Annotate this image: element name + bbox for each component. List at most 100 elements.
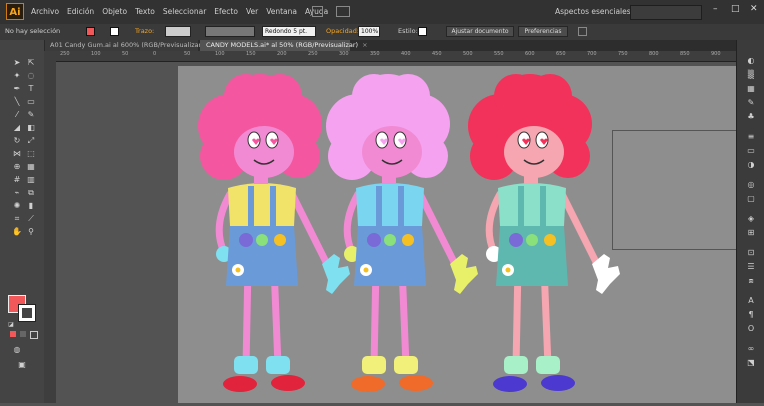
scale-tool-icon[interactable]: ⤢ <box>26 136 36 146</box>
menu-ver[interactable]: Ver <box>246 7 258 16</box>
gradient-mode-icon[interactable] <box>20 331 26 337</box>
color-panel-icon[interactable]: ◐ <box>746 56 756 66</box>
graphic-styles-icon[interactable]: ▢ <box>746 194 756 204</box>
links-icon[interactable]: ∞ <box>746 344 756 354</box>
line-tool-icon[interactable]: ╲ <box>12 97 22 107</box>
stroke-panel-icon[interactable]: ≡ <box>746 132 756 142</box>
pathfinder-icon[interactable]: ⧈ <box>746 276 756 286</box>
blend-tool-icon[interactable]: ⧉ <box>26 188 36 198</box>
selection-tool-icon[interactable]: ➤ <box>12 58 22 68</box>
zoom-tool-icon[interactable]: ⚲ <box>26 227 36 237</box>
menu-texto[interactable]: Texto <box>135 7 155 16</box>
image-trace-icon[interactable]: ⬔ <box>746 358 756 368</box>
gradient-tool-icon[interactable]: ▥ <box>26 175 36 185</box>
help-search-input[interactable] <box>630 5 702 20</box>
bridge-icon[interactable] <box>312 6 323 17</box>
button <box>256 234 268 246</box>
magic-wand-icon[interactable]: ✦ <box>12 71 22 81</box>
artboards-icon[interactable]: ⊞ <box>746 228 756 238</box>
character-icon[interactable]: A <box>746 296 756 306</box>
eraser-icon[interactable]: ◧ <box>26 123 36 133</box>
swatches-icon[interactable]: ▦ <box>746 84 756 94</box>
color-guide-icon[interactable]: ▒ <box>746 70 756 80</box>
menu-edicion[interactable]: Edición <box>67 7 94 16</box>
color-mode-icon[interactable] <box>10 331 16 337</box>
symbols-icon[interactable]: ♣ <box>746 112 756 122</box>
canvas-area[interactable] <box>56 62 737 403</box>
free-transform-icon[interactable]: ⬚ <box>26 149 36 159</box>
graphic-style-swatch[interactable] <box>418 27 427 36</box>
close-button[interactable]: ✕ <box>750 4 758 14</box>
type-tool-icon[interactable]: T <box>26 84 36 94</box>
paragraph-icon[interactable]: ¶ <box>746 310 756 320</box>
draw-mode-icon[interactable]: ◍ <box>12 345 22 355</box>
minimize-button[interactable]: – <box>713 4 718 14</box>
rotate-tool-icon[interactable]: ↻ <box>12 136 22 146</box>
ruler-tick-label: 0 <box>153 51 157 57</box>
ruler-tick-label: 100 <box>215 51 225 57</box>
paintbrush-icon[interactable]: ⁄ <box>12 110 22 120</box>
opacity-label[interactable]: Opacidad: <box>326 27 359 35</box>
mesh-tool-icon[interactable]: # <box>12 175 22 185</box>
brush-definition[interactable]: Redondo 5 pt. <box>262 26 316 37</box>
lasso-icon[interactable]: ◌ <box>26 71 36 81</box>
gradient-panel-icon[interactable]: ▭ <box>746 146 756 156</box>
rectangle-tool-icon[interactable]: ▭ <box>26 97 36 107</box>
artboard[interactable] <box>178 66 737 403</box>
fill-color-swatch[interactable] <box>86 27 95 36</box>
screen-mode-icon[interactable]: ▣ <box>17 360 27 370</box>
stroke-color-box[interactable] <box>18 304 36 322</box>
transform-icon[interactable]: ⊡ <box>746 248 756 258</box>
brushes-icon[interactable]: ✎ <box>746 98 756 108</box>
none-mode-icon[interactable] <box>30 331 38 339</box>
menu-efecto[interactable]: Efecto <box>214 7 238 16</box>
pencil-icon[interactable]: ✎ <box>26 110 36 120</box>
appearance-icon[interactable]: ◎ <box>746 180 756 190</box>
tools-panel: ➤ ⇱ ✦ ◌ ✒ T ╲ ▭ ⁄ ✎ ◢ ◧ ↻ ⤢ ⋈ ⬚ ⊕ ▦ # ▥ … <box>0 40 45 403</box>
stroke-color-swatch[interactable] <box>110 27 119 36</box>
eyedropper-icon[interactable]: ⌁ <box>12 188 22 198</box>
maximize-button[interactable]: □ <box>731 4 740 14</box>
shirt <box>228 183 296 226</box>
preferences-button[interactable]: Preferencias <box>518 26 568 37</box>
symbol-sprayer-icon[interactable]: ✺ <box>12 201 22 211</box>
menu-objeto[interactable]: Objeto <box>102 7 127 16</box>
opentype-icon[interactable]: O <box>746 324 756 334</box>
shoe <box>493 376 527 392</box>
tab-label: CANDY MODELS.ai* al 50% (RGB/Previsualiz… <box>206 41 359 49</box>
shoe <box>271 375 305 391</box>
menu-seleccionar[interactable]: Seleccionar <box>163 7 206 16</box>
align-panel-icon[interactable]: ☰ <box>746 262 756 272</box>
close-icon[interactable]: × <box>362 41 367 49</box>
adjust-document-button[interactable]: Ajustar documento <box>446 26 514 37</box>
column-graph-icon[interactable]: ▮ <box>26 201 36 211</box>
pen-tool-icon[interactable]: ✒ <box>12 84 22 94</box>
workspace-switcher[interactable]: Aspectos esenciales ▾ <box>555 7 637 16</box>
slice-tool-icon[interactable]: ⟋ <box>26 214 36 224</box>
hand-tool-icon[interactable]: ✋ <box>12 227 22 237</box>
ruler-tick-label: 50 <box>122 51 129 57</box>
menu-archivo[interactable]: Archivo <box>31 7 59 16</box>
variable-width-profile[interactable] <box>205 26 255 37</box>
tab-candy-models[interactable]: CANDY MODELS.ai* al 50% (RGB/Previsualiz… <box>200 40 368 51</box>
arrange-documents-icon[interactable] <box>336 6 350 17</box>
artboard-tool-icon[interactable]: ⌗ <box>12 214 22 224</box>
default-colors-icon[interactable]: ◪ <box>6 320 16 330</box>
menu-ventana[interactable]: Ventana <box>266 7 297 16</box>
stroke-label[interactable]: Trazo: <box>135 27 154 35</box>
layers-icon[interactable]: ◈ <box>746 214 756 224</box>
blob-brush-icon[interactable]: ◢ <box>12 123 22 133</box>
direct-selection-tool-icon[interactable]: ⇱ <box>26 58 36 68</box>
opacity-field[interactable]: 100% <box>358 26 380 37</box>
shirt <box>498 183 566 226</box>
button <box>274 234 286 246</box>
tab-candy-gum[interactable]: A01 Candy Gum.ai al 600% (RGB/Previsuali… <box>44 40 213 51</box>
perspective-grid-icon[interactable]: ▦ <box>26 162 36 172</box>
sock <box>234 356 258 374</box>
shape-builder-icon[interactable]: ⊕ <box>12 162 22 172</box>
transparency-icon[interactable]: ◑ <box>746 160 756 170</box>
align-icon[interactable] <box>578 27 587 36</box>
width-tool-icon[interactable]: ⋈ <box>12 149 22 159</box>
ruler-tick-label: 200 <box>277 51 287 57</box>
stroke-weight-field[interactable] <box>165 26 191 37</box>
